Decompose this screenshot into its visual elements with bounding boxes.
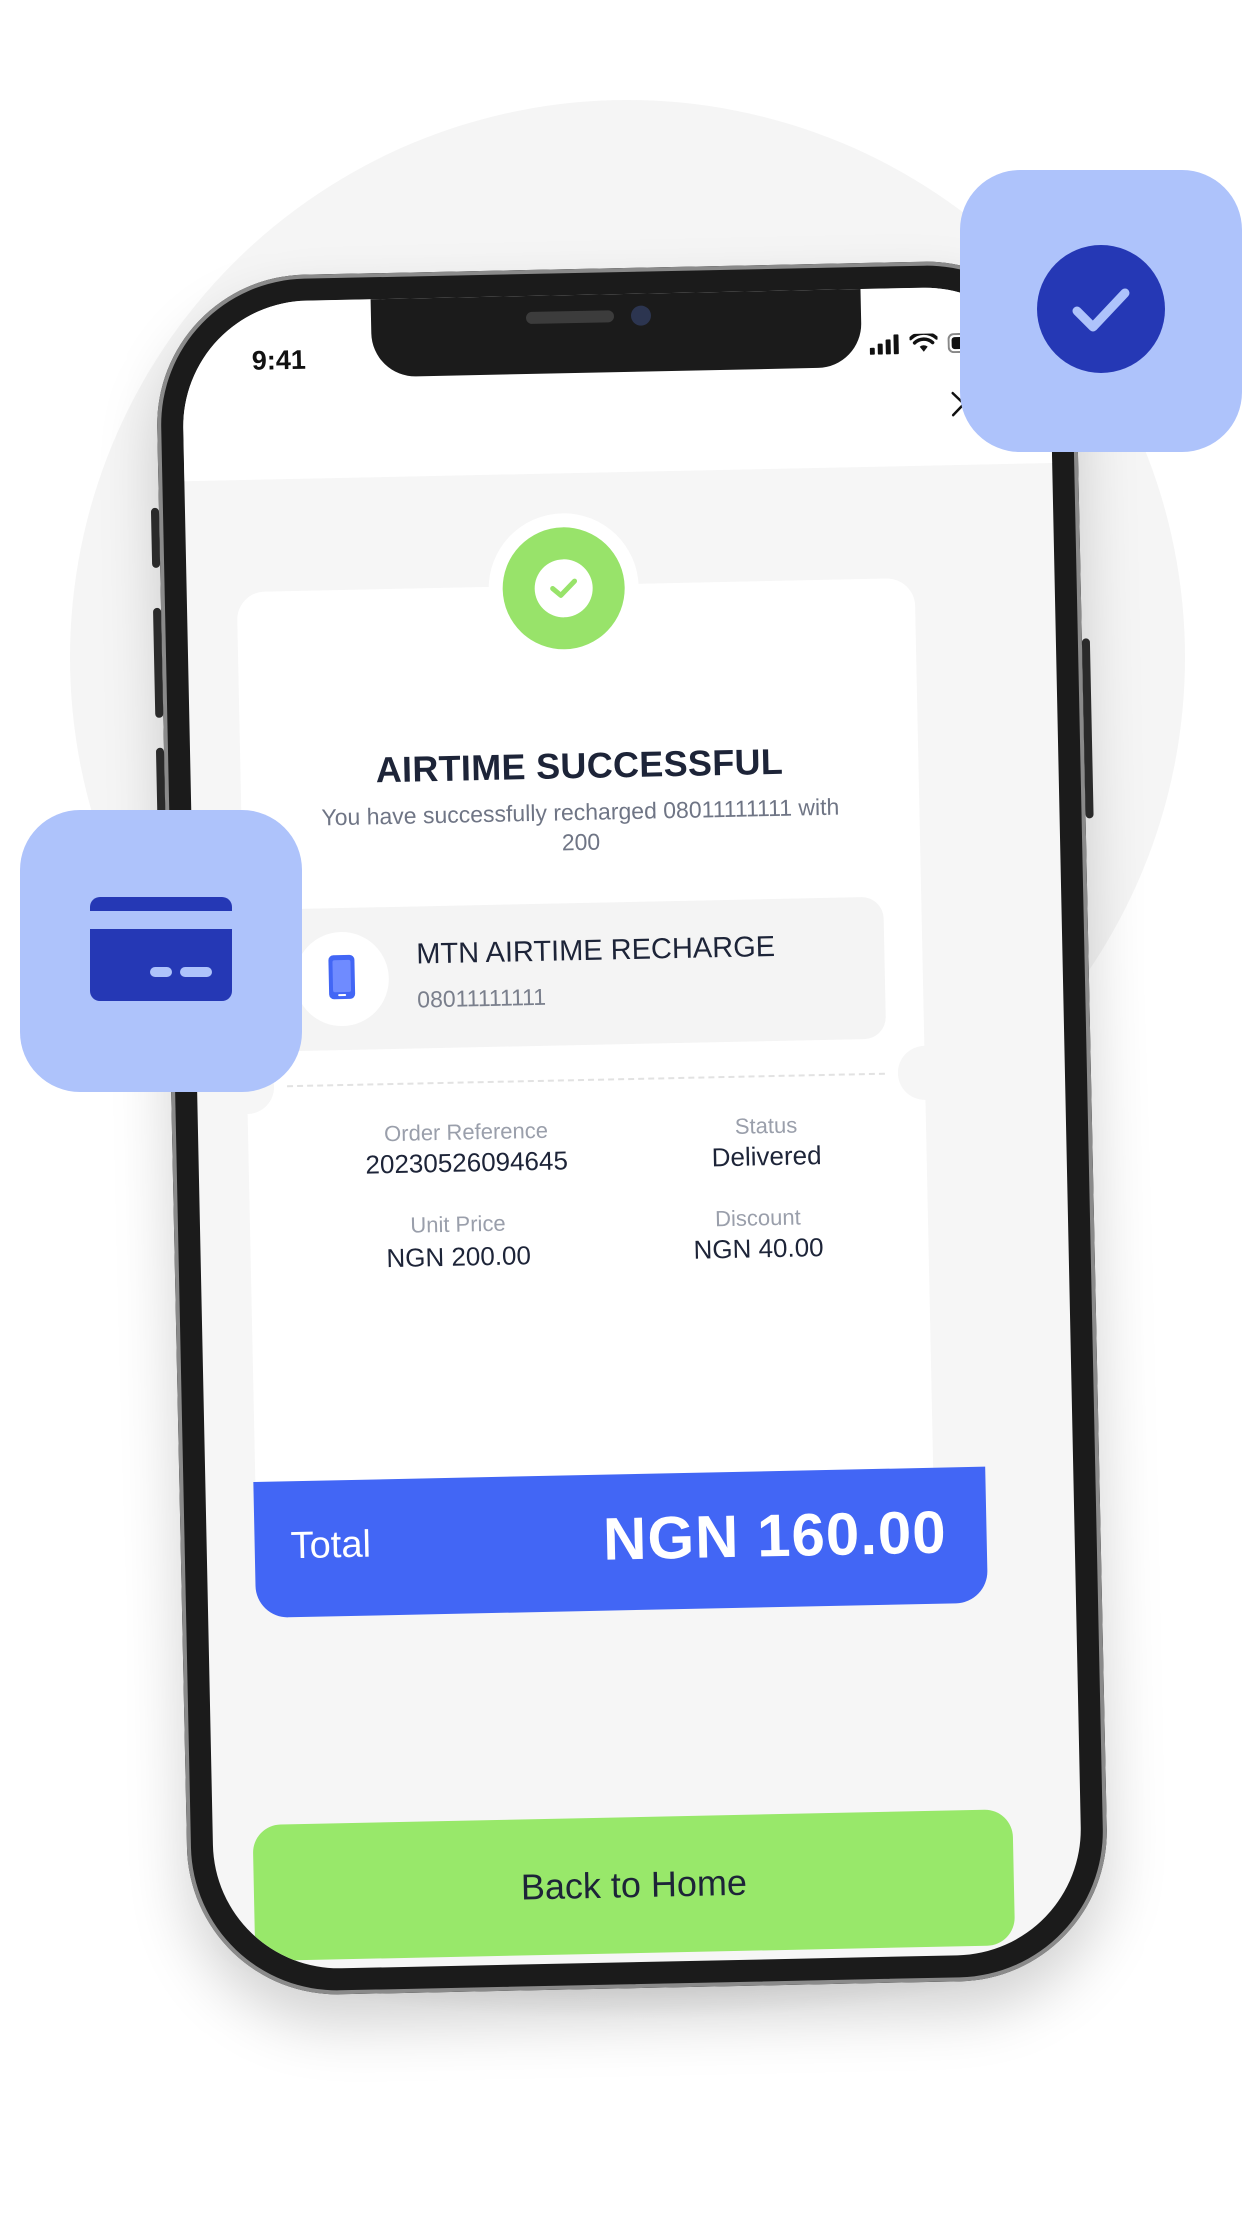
phone-icon: [327, 953, 356, 1005]
discount-value: NGN 40.00: [693, 1232, 824, 1265]
order-reference-value: 20230526094645: [365, 1145, 569, 1180]
total-label: Total: [290, 1523, 372, 1568]
screen-header: 9:41: [180, 285, 1053, 482]
phone-mute-switch: [150, 507, 161, 568]
credit-card-icon: [90, 896, 232, 1006]
product-phone: 08011111111: [416, 983, 547, 1013]
status-label: Status: [734, 1112, 798, 1139]
phone-screen: 9:41 AIRTIME SUCCESSFUL You have success…: [180, 285, 1084, 1971]
product-name: MTN AIRTIME RECHARGE: [415, 930, 776, 971]
check-circle-icon: [1035, 243, 1167, 380]
back-to-home-button[interactable]: Back to Home: [252, 1809, 1016, 1962]
receipt-notch-right: [897, 1045, 953, 1101]
product-icon-circle: [293, 931, 390, 1028]
receipt-card: AIRTIME SUCCESSFUL You have successfully…: [219, 577, 953, 1512]
phone-frame: 9:41 AIRTIME SUCCESSFUL You have success…: [150, 258, 1110, 1998]
wifi-icon: [908, 331, 939, 359]
signal-icon: [869, 334, 900, 360]
unit-price-label: Unit Price: [410, 1210, 506, 1238]
floating-check-tile: [960, 170, 1242, 452]
unit-price-value: NGN 200.00: [386, 1240, 532, 1274]
total-bar: Total NGN 160.00: [253, 1466, 989, 1618]
total-value: NGN 160.00: [602, 1498, 948, 1573]
phone-notch: [370, 285, 863, 378]
product-card: MTN AIRTIME RECHARGE 08011111111: [267, 896, 887, 1052]
status-value: Delivered: [711, 1140, 822, 1173]
receipt-title: AIRTIME SUCCESSFUL: [375, 740, 784, 791]
order-reference-label: Order Reference: [383, 1117, 549, 1147]
discount-label: Discount: [714, 1204, 801, 1232]
front-camera: [630, 305, 652, 326]
receipt-divider: [287, 1072, 885, 1088]
floating-card-tile: [20, 810, 302, 1092]
speaker-grille: [525, 310, 615, 325]
receipt-subtitle: You have successfully recharged 08011111…: [321, 793, 840, 856]
phone-volume-up: [153, 607, 164, 718]
status-time: 9:41: [251, 344, 307, 376]
check-icon: [534, 558, 594, 618]
